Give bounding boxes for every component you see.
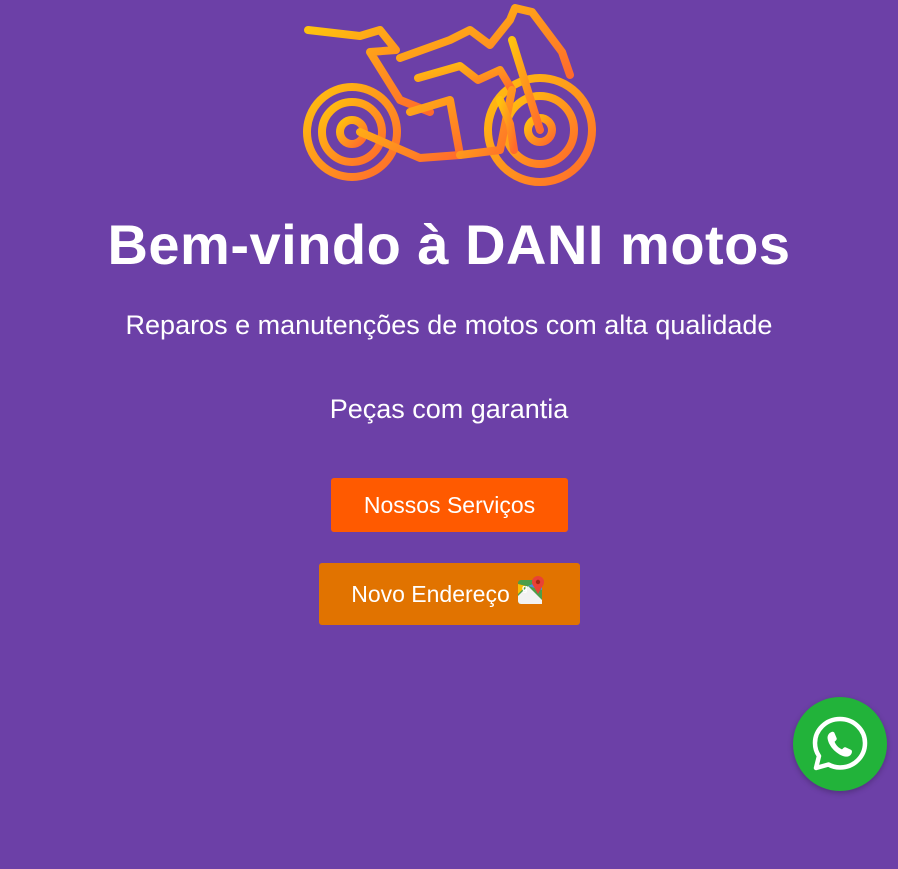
page-title: Bem-vindo à DANI motos (107, 213, 791, 276)
services-button[interactable]: Nossos Serviços (331, 478, 568, 532)
services-button-label: Nossos Serviços (363, 491, 536, 518)
whatsapp-button[interactable] (793, 697, 887, 791)
address-button-label: Novo Endereço (351, 580, 510, 607)
tagline-warranty: Peças com garantia (329, 394, 569, 424)
tagline-repairs: Reparos e manutenções de motos com alta … (125, 310, 773, 340)
new-address-button[interactable]: Novo Endereço g (319, 563, 580, 625)
motorcycle-icon (303, 4, 596, 186)
whatsapp-icon (812, 716, 868, 771)
google-maps-icon: g (517, 576, 544, 604)
landing-page: Bem-vindo à DANI motos Reparos e manuten… (0, 0, 898, 869)
svg-text:g: g (522, 583, 528, 593)
